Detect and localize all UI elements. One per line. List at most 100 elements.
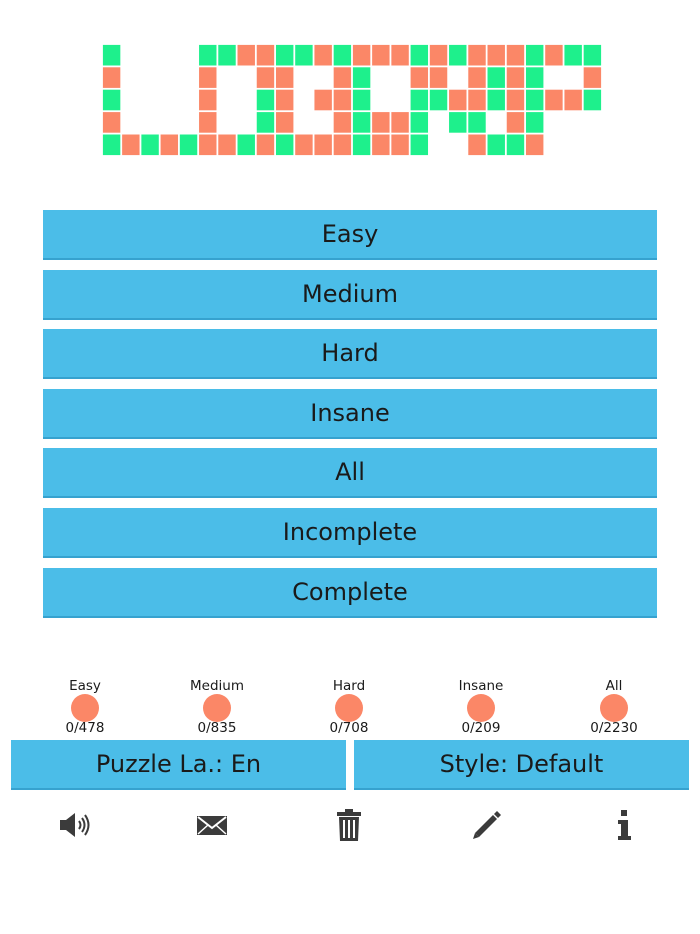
logo-block [583, 67, 602, 88]
logo-block [102, 89, 121, 111]
logo-block [449, 44, 467, 66]
logo-block [122, 134, 140, 156]
all-button[interactable]: All [43, 448, 657, 498]
info-icon[interactable] [604, 806, 644, 844]
logo-block [275, 44, 294, 66]
logo-block [372, 44, 390, 66]
incomplete-button[interactable]: Incomplete [43, 508, 657, 558]
logo-block [468, 44, 486, 66]
logo-block [314, 134, 332, 156]
stat-count: 0/835 [197, 720, 237, 736]
stat-label: Hard [332, 678, 366, 694]
logo-block [199, 112, 217, 133]
stat-count: 0/209 [461, 720, 501, 736]
logo-block [525, 134, 544, 156]
logo-block [525, 67, 544, 88]
logo-block [256, 134, 275, 156]
logo-block [410, 89, 429, 111]
logo-block [237, 134, 255, 156]
logo-block [506, 89, 525, 111]
progress-dot [467, 694, 495, 722]
logo-block [275, 67, 294, 88]
logo-block [372, 112, 390, 133]
stat-all: All 0/2230 [559, 678, 669, 736]
logo-block [410, 44, 429, 66]
logo-block [449, 112, 467, 133]
logo-block [525, 89, 544, 111]
logo-block [333, 89, 352, 111]
pencil-icon[interactable] [467, 806, 507, 844]
logo-block [275, 134, 294, 156]
logo-block [506, 112, 525, 133]
logo-block [583, 44, 602, 66]
logo-block [468, 112, 486, 133]
logo-block [352, 89, 371, 111]
logo-block [410, 134, 429, 156]
logo-block [314, 44, 332, 66]
logo-block [410, 112, 429, 133]
insane-button[interactable]: Insane [43, 389, 657, 439]
logo-block [295, 44, 313, 66]
logo-block [160, 134, 179, 156]
logo-block [141, 134, 159, 156]
logo-block [468, 67, 486, 88]
stat-insane: Insane 0/209 [426, 678, 536, 736]
logo-block [487, 67, 505, 88]
trash-icon[interactable] [329, 806, 369, 844]
stat-label: All [605, 678, 623, 694]
logo-block [275, 112, 294, 133]
logo-block [102, 134, 121, 156]
logo-block [372, 134, 390, 156]
logo-block [564, 44, 582, 66]
logo-block [545, 44, 563, 66]
logo-block [391, 134, 409, 156]
medium-button[interactable]: Medium [43, 270, 657, 320]
logo-block [333, 44, 352, 66]
stat-count: 0/478 [65, 720, 105, 736]
hard-button[interactable]: Hard [43, 329, 657, 379]
logo-block [333, 134, 352, 156]
logo-block [314, 89, 332, 111]
logo-block [295, 134, 313, 156]
logo-block [333, 67, 352, 88]
style-button[interactable]: Style: Default [354, 740, 689, 790]
logo-block [352, 112, 371, 133]
stat-count: 0/708 [329, 720, 369, 736]
logo-block [218, 134, 236, 156]
logo-block [410, 67, 429, 88]
logo-block [199, 67, 217, 88]
logo-block [506, 67, 525, 88]
logo-block [525, 112, 544, 133]
logo-block [429, 44, 448, 66]
logo-block [525, 44, 544, 66]
progress-dot [203, 694, 231, 722]
logo-block [199, 44, 217, 66]
progress-dot [600, 694, 628, 722]
speaker-icon[interactable] [55, 806, 95, 844]
logo-block [352, 67, 371, 88]
logo-block [275, 89, 294, 111]
logo-block [506, 44, 525, 66]
logo-block [468, 89, 486, 111]
progress-dot [71, 694, 99, 722]
logo-block [352, 44, 371, 66]
logo-block [256, 67, 275, 88]
puzzle-language-button[interactable]: Puzzle La.: En [11, 740, 346, 790]
stat-label: Insane [458, 678, 504, 694]
logo-block [199, 89, 217, 111]
complete-button[interactable]: Complete [43, 568, 657, 618]
easy-button[interactable]: Easy [43, 210, 657, 260]
logo-block [218, 44, 236, 66]
logo-block [564, 89, 582, 111]
logo-block [506, 134, 525, 156]
stat-count: 0/2230 [590, 720, 638, 736]
logo-block [429, 89, 448, 111]
stat-medium: Medium 0/835 [162, 678, 272, 736]
logo-block [583, 89, 602, 111]
logo-block [102, 67, 121, 88]
logo-block [352, 134, 371, 156]
stat-hard: Hard 0/708 [294, 678, 404, 736]
logo-block [391, 112, 409, 133]
logo-block [333, 112, 352, 133]
mail-icon[interactable] [192, 806, 232, 844]
